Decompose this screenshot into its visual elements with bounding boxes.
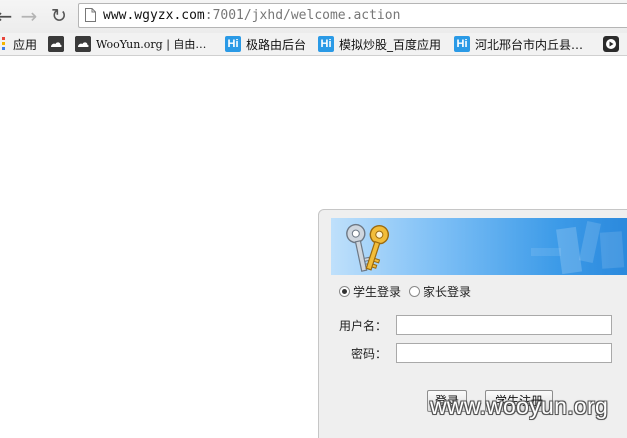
login-role-selector: 学生登录 家长登录 (339, 282, 479, 300)
parent-login-radio[interactable] (409, 285, 421, 297)
bookmarks-bar: 应用 WooYun.org | 自由… Hi 极路由后台 Hi 模拟炒股_百度应… (0, 33, 627, 56)
hi-icon: Hi (454, 36, 470, 52)
password-label: 密码： (350, 347, 387, 361)
bookmark-label: 极路由后台 (246, 37, 307, 52)
bookmark-play[interactable] (603, 35, 624, 53)
bookmark-cloud[interactable] (48, 35, 69, 53)
url-path: :7001/jxhd/welcome.action (204, 8, 401, 23)
page-icon (85, 8, 96, 22)
hi-icon: Hi (318, 36, 334, 52)
bookmark-apps[interactable]: 应用 (2, 35, 37, 53)
parent-login-label[interactable]: 家长登录 (423, 283, 471, 300)
bookmark-hebei[interactable]: Hi 河北邢台市内丘县… (454, 35, 583, 53)
cloud-icon (48, 36, 64, 52)
bookmark-stock[interactable]: Hi 模拟炒股_百度应用 (318, 35, 441, 53)
address-bar[interactable]: www.wgyzx.com:7001/jxhd/welcome.action (78, 3, 627, 28)
username-input[interactable] (396, 315, 612, 335)
wooyun-icon (75, 36, 91, 52)
apps-grid-icon (2, 37, 5, 50)
url-text: www.wgyzx.com:7001/jxhd/welcome.action (103, 8, 400, 24)
login-banner (331, 218, 627, 275)
url-host: www.wgyzx.com (103, 8, 205, 23)
browser-toolbar: ← → ↻ www.wgyzx.com:7001/jxhd/welcome.ac… (0, 0, 627, 34)
username-label: 用户名： (338, 319, 387, 333)
watermark: www.wooyun.org (430, 393, 609, 419)
bookmark-wooyun[interactable]: WooYun.org | 自由… (75, 35, 206, 53)
student-login-radio[interactable] (339, 285, 350, 297)
back-arrow-icon[interactable]: ← (0, 4, 14, 28)
browser-window: ← → ↻ www.wgyzx.com:7001/jxhd/welcome.ac… (0, 0, 627, 438)
bookmark-label: 河北邢台市内丘县… (475, 37, 584, 52)
banner-decoration (531, 220, 625, 275)
student-login-label[interactable]: 学生登录 (353, 283, 401, 300)
bookmark-label: 应用 (13, 37, 38, 52)
play-icon (603, 36, 619, 52)
bookmark-jiluyou[interactable]: Hi 极路由后台 (225, 35, 306, 53)
forward-arrow-icon[interactable]: → (19, 4, 39, 28)
bookmark-label: 模拟炒股_百度应用 (339, 37, 442, 52)
hi-icon: Hi (225, 36, 241, 52)
bookmark-label: WooYun.org | 自由… (96, 38, 207, 51)
reload-icon[interactable]: ↻ (49, 4, 69, 28)
keys-icon (346, 223, 390, 272)
password-input[interactable] (396, 343, 612, 363)
